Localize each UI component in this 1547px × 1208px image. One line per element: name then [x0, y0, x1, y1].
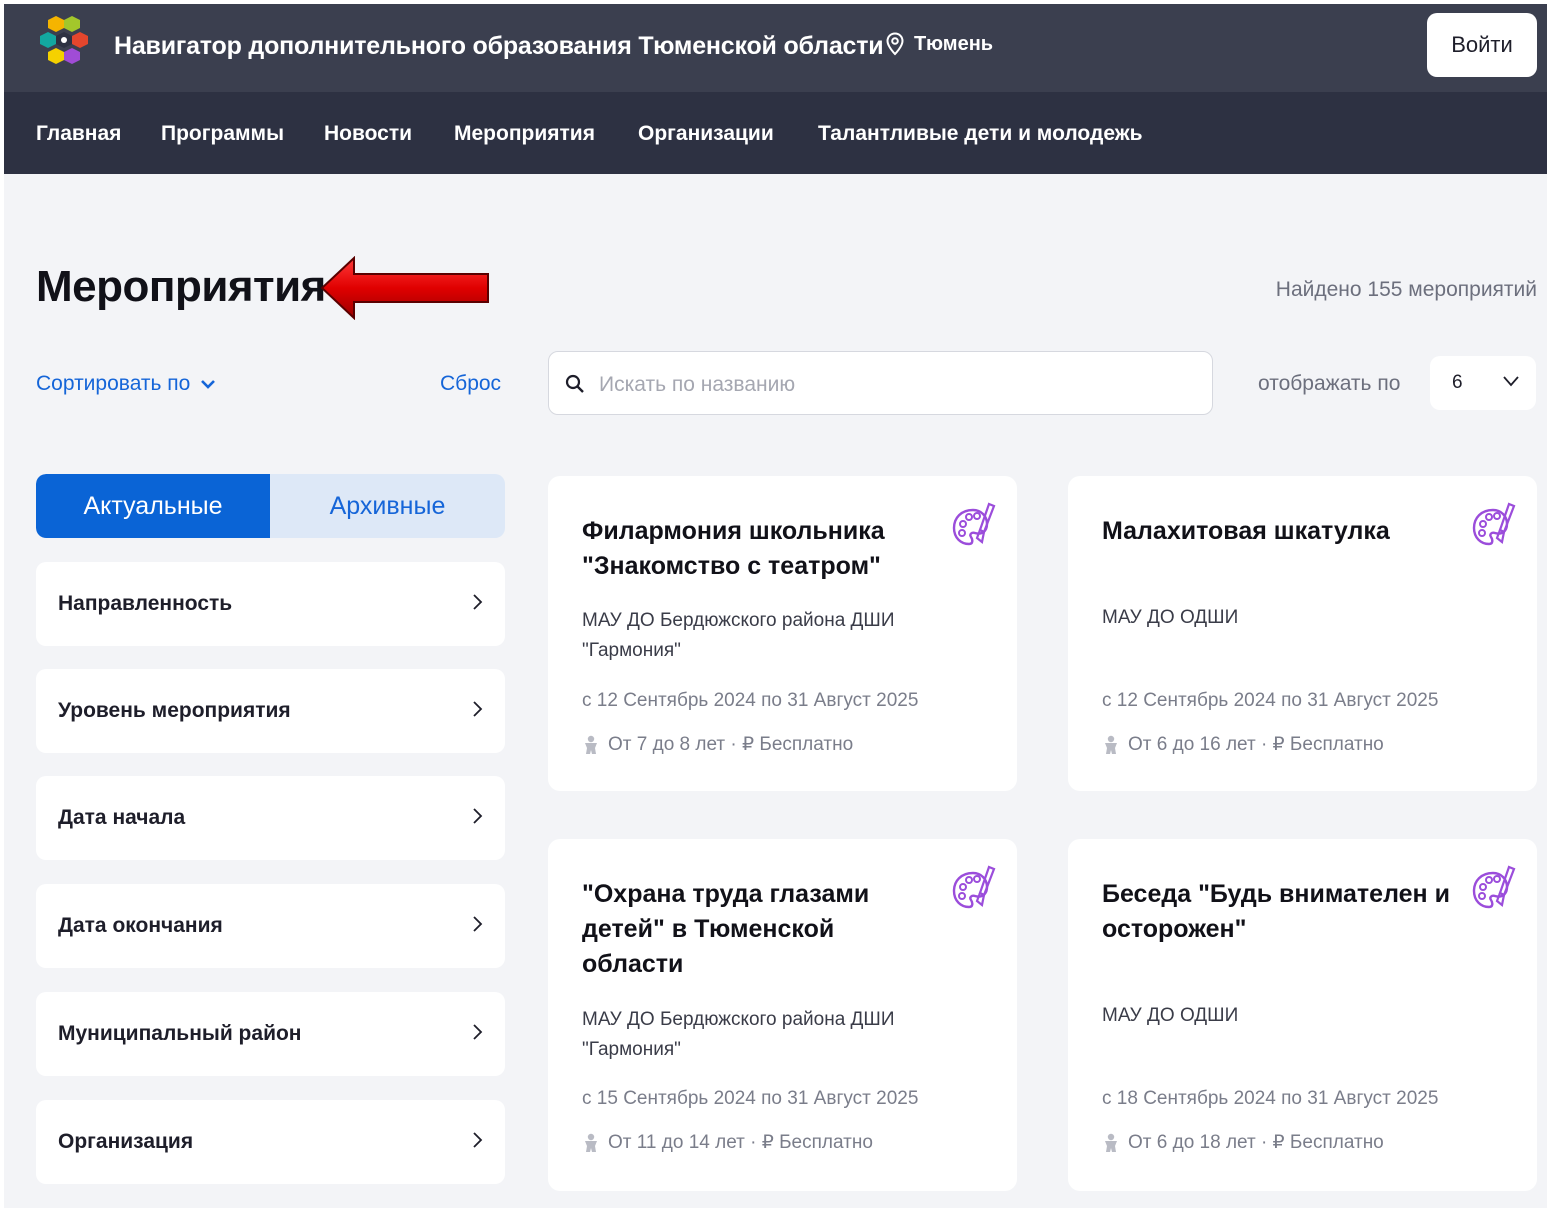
location-pin-icon [886, 32, 904, 56]
event-title[interactable]: "Охрана труда глазами детей" в Тюменской… [582, 877, 942, 982]
filter-label: Муниципальный район [58, 1022, 302, 1045]
event-meta: От 11 до 14 лет · ₽ Бесплатно [582, 1131, 873, 1154]
filter-label: Дата начала [58, 806, 186, 829]
filter-municipal-district[interactable]: Муниципальный район [36, 992, 505, 1076]
palette-icon [952, 865, 996, 909]
main-nav: Главная Программы Новости Мероприятия Ор… [4, 92, 1547, 174]
chevron-right-icon [473, 1024, 483, 1040]
event-meta: От 6 до 16 лет · ₽ Бесплатно [1102, 733, 1384, 756]
event-dates: с 18 Сентябрь 2024 по 31 Август 2025 [1102, 1088, 1439, 1109]
site-title[interactable]: Навигатор дополнительного образования Тю… [114, 32, 884, 61]
event-age-price: От 7 до 8 лет · ₽ Бесплатно [608, 734, 854, 755]
results-count: Найдено 155 мероприятий [1275, 278, 1537, 301]
page-title: Мероприятия [36, 262, 326, 311]
chevron-right-icon [473, 701, 483, 717]
palette-icon [1472, 865, 1516, 909]
search-icon [565, 374, 584, 393]
events-status-toggle: Актуальные Архивные [36, 474, 505, 538]
chevron-right-icon [473, 1132, 483, 1148]
location-label: Тюмень [914, 32, 994, 55]
logo-icon[interactable] [34, 14, 98, 78]
tab-archive[interactable]: Архивные [270, 474, 505, 538]
login-button[interactable]: Войти [1427, 13, 1537, 77]
event-card[interactable]: Малахитовая шкатулка МАУ ДО ОДШИ с 12 Се… [1068, 476, 1537, 791]
sort-label: Сортировать по [36, 372, 191, 395]
nav-item-organizations[interactable]: Организации [638, 122, 774, 146]
event-age-price: От 11 до 14 лет · ₽ Бесплатно [608, 1132, 873, 1153]
filter-label: Уровень мероприятия [58, 699, 291, 722]
search-box [548, 351, 1213, 415]
event-organization: МАУ ДО Бердюжского района ДШИ "Гармония" [582, 1009, 895, 1060]
red-arrow-annotation [320, 256, 489, 320]
filter-label: Направленность [58, 592, 233, 615]
frame-left-border [0, 0, 4, 1208]
child-icon [1105, 735, 1117, 754]
filter-label: Дата окончания [58, 914, 223, 937]
event-card[interactable]: "Охрана труда глазами детей" в Тюменской… [548, 839, 1017, 1191]
chevron-right-icon [473, 594, 483, 610]
event-age-price: От 6 до 16 лет · ₽ Бесплатно [1128, 734, 1384, 755]
nav-item-home[interactable]: Главная [36, 122, 121, 146]
filter-direction[interactable]: Направленность [36, 562, 505, 646]
filter-organization[interactable]: Организация [36, 1100, 505, 1184]
nav-item-programs[interactable]: Программы [161, 122, 284, 146]
chevron-down-icon [201, 380, 216, 389]
event-card[interactable]: Беседа "Будь внимателен и осторожен" МАУ… [1068, 839, 1537, 1191]
chevron-down-icon [1503, 376, 1519, 387]
palette-icon [1472, 502, 1516, 546]
filter-label: Организация [58, 1130, 194, 1153]
event-organization: МАУ ДО ОДШИ [1102, 607, 1239, 628]
event-dates: с 15 Сентябрь 2024 по 31 Август 2025 [582, 1088, 919, 1109]
event-meta: От 6 до 18 лет · ₽ Бесплатно [1102, 1131, 1384, 1154]
filter-event-level[interactable]: Уровень мероприятия [36, 669, 505, 753]
event-age-price: От 6 до 18 лет · ₽ Бесплатно [1128, 1132, 1384, 1153]
event-title[interactable]: Малахитовая шкатулка [1102, 514, 1462, 549]
location-selector[interactable]: Тюмень [886, 32, 993, 56]
per-page-value: 6 [1452, 372, 1463, 393]
filter-end-date[interactable]: Дата окончания [36, 884, 505, 968]
reset-button[interactable]: Сброс [440, 372, 501, 396]
event-organization: МАУ ДО Бердюжского района ДШИ "Гармония" [582, 610, 895, 661]
child-icon [585, 735, 597, 754]
event-dates: с 12 Сентябрь 2024 по 31 Август 2025 [1102, 690, 1439, 711]
event-meta: От 7 до 8 лет · ₽ Бесплатно [582, 733, 853, 756]
child-icon [1105, 1133, 1117, 1152]
chevron-right-icon [473, 808, 483, 824]
nav-item-talented-youth[interactable]: Талантливые дети и молодежь [818, 122, 1143, 146]
event-title[interactable]: Беседа "Будь внимателен и осторожен" [1102, 877, 1462, 947]
palette-icon [952, 502, 996, 546]
event-organization: МАУ ДО ОДШИ [1102, 1005, 1239, 1026]
chevron-right-icon [473, 916, 483, 932]
tab-current[interactable]: Актуальные [36, 474, 270, 538]
child-icon [585, 1133, 597, 1152]
per-page-select[interactable]: 6 [1430, 356, 1536, 410]
event-card[interactable]: Филармония школьника "Знакомство с театр… [548, 476, 1017, 791]
filter-start-date[interactable]: Дата начала [36, 776, 505, 860]
site-header: Навигатор дополнительного образования Тю… [4, 4, 1547, 92]
nav-item-events[interactable]: Мероприятия [454, 122, 595, 146]
sort-dropdown[interactable]: Сортировать по [36, 372, 216, 396]
event-title[interactable]: Филармония школьника "Знакомство с театр… [582, 514, 942, 584]
event-dates: с 12 Сентябрь 2024 по 31 Август 2025 [582, 690, 919, 711]
search-input[interactable] [597, 364, 1191, 406]
per-page-label: отображать по [1258, 372, 1401, 395]
nav-item-news[interactable]: Новости [324, 122, 412, 146]
